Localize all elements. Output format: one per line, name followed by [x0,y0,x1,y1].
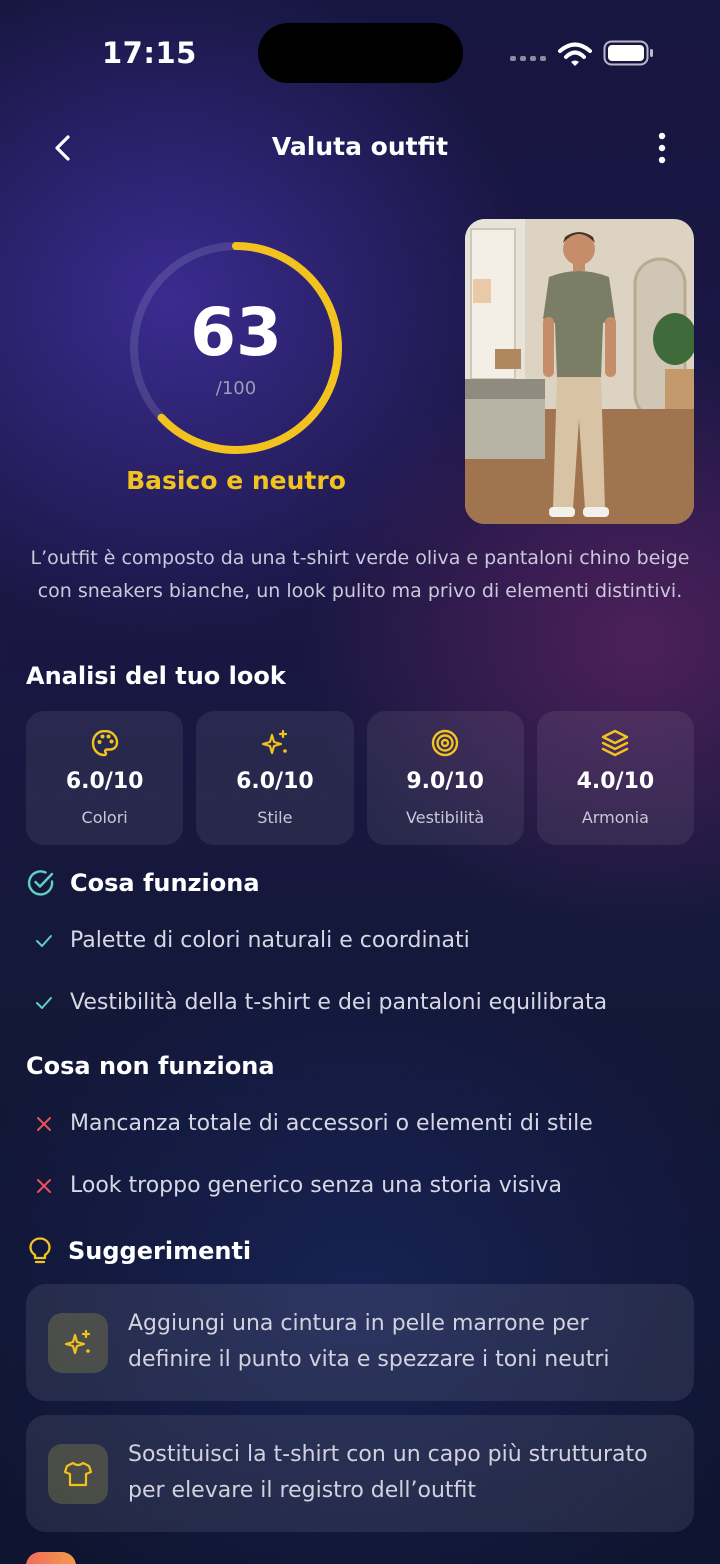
list-item-text: Palette di colori naturali e coordinati [70,928,470,953]
list-item: Vestibilità della t-shirt e dei pantalon… [34,990,607,1015]
list-item: Look troppo generico senza una storia vi… [34,1173,562,1198]
analysis-card-colori[interactable]: 6.0/10 Colori [26,711,184,845]
x-icon [37,1116,51,1131]
suggestion-text: Aggiungi una cintura in pelle marrone pe… [128,1311,610,1372]
check-icon [36,934,52,947]
wifi-icon [558,42,592,66]
suggestion-card[interactable]: Aggiungi una cintura in pelle marrone pe… [26,1284,694,1401]
more-options-button[interactable] [646,128,678,168]
list-item-text: Look troppo generico senza una storia vi… [70,1173,562,1198]
check-icon [36,996,52,1009]
list-item-text: Mancanza totale di accessori o elementi … [70,1111,593,1136]
analysis-cards: 6.0/10 Colori 6.0/10 Stile 9.0/10 Vestib… [26,711,694,845]
suggestion-badge [48,1313,108,1373]
suggestion-text: Sostituisci la t-shirt con un capo più s… [128,1442,648,1503]
cellular-signal-icon [510,56,546,61]
analysis-card-label: Colori [81,808,128,827]
target-icon [431,729,459,757]
score-verdict: Basico e neutro [126,466,346,495]
analysis-card-value: 6.0/10 [236,769,314,794]
analysis-card-armonia[interactable]: 4.0/10 Armonia [536,711,694,845]
battery-icon [603,40,653,66]
palette-icon [91,729,118,757]
not-works-title: Cosa non funziona [26,1052,275,1080]
score-value: 63 [190,294,282,371]
works-heading: Cosa funziona [26,868,260,898]
analysis-card-value: 6.0/10 [65,769,144,794]
dynamic-island [258,23,463,83]
outfit-photo[interactable] [465,219,694,524]
analysis-card-label: Stile [257,808,293,827]
analysis-card-label: Armonia [581,808,649,827]
list-item: Mancanza totale di accessori o elementi … [34,1111,593,1136]
status-time: 17:15 [102,36,197,70]
analysis-card-vestibilita[interactable]: 9.0/10 Vestibilità [366,711,524,845]
analysis-card-value: 9.0/10 [406,769,484,794]
layers-icon [602,729,629,757]
lightbulb-icon [29,1237,51,1264]
sparkles-icon [64,1329,91,1355]
outfit-description: L’outfit è composto da una t-shirt verde… [30,547,690,602]
list-item: Palette di colori naturali e coordinati [34,928,470,953]
suggestions-title: Suggerimenti [68,1237,252,1265]
page-title: Valuta outfit [271,132,449,161]
suggestions-heading: Suggerimenti [26,1236,251,1266]
shirt-icon [63,1461,93,1487]
x-icon [37,1178,51,1193]
sparkles-icon [261,729,287,755]
suggestion-card[interactable]: Sostituisci la t-shirt con un capo più s… [26,1415,694,1532]
check-circle-icon [27,870,54,896]
action-button-peek[interactable] [26,1552,76,1564]
suggestion-badge [48,1444,108,1504]
more-vertical-icon [658,132,666,164]
analysis-card-value: 4.0/10 [576,769,655,794]
score-max: /100 [215,378,257,399]
list-item-text: Vestibilità della t-shirt e dei pantalon… [70,990,608,1015]
analysis-card-label: Vestibilità [406,808,485,827]
analysis-card-stile[interactable]: 6.0/10 Stile [196,711,354,845]
works-title: Cosa funziona [70,869,260,897]
analysis-title: Analisi del tuo look [26,662,286,690]
